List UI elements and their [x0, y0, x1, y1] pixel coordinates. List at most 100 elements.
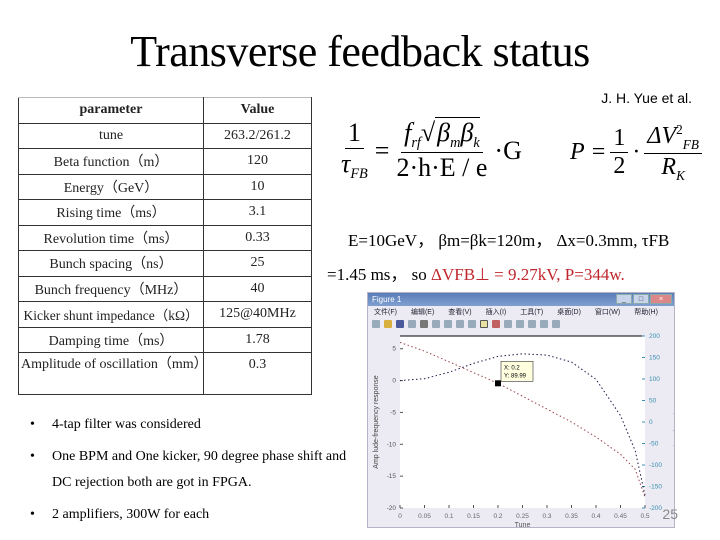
- datatip-marker: [495, 380, 501, 387]
- table-row: Damping time（ms） 1.78: [18, 326, 312, 353]
- x-tick-label: 0.45: [614, 513, 627, 520]
- link-icon[interactable]: [504, 319, 512, 328]
- brush-icon[interactable]: [492, 319, 500, 328]
- y-right-tick-label: 200: [649, 333, 660, 340]
- conditions-prefix: =1.45 ms， so: [327, 265, 432, 284]
- maximize-button[interactable]: □: [633, 294, 649, 304]
- y-left-tick-label: 0: [392, 378, 396, 385]
- dock-icon[interactable]: [552, 319, 560, 328]
- damping-time-formula: 1 τFB = frf√βmβk 2·h·E / e ·G: [338, 117, 522, 183]
- legend-icon[interactable]: [528, 319, 536, 328]
- close-button[interactable]: ×: [650, 294, 672, 304]
- param-name: Revolution time（ms）: [18, 224, 204, 251]
- f-subscript: rf: [411, 135, 421, 152]
- menu-view[interactable]: 查看(V): [448, 307, 471, 317]
- figure-toolbar: [368, 317, 674, 330]
- figure-title: Figure 1: [372, 295, 402, 304]
- datatip-y-label: Y: 89.99: [504, 373, 527, 379]
- parameter-table: parameter Value tune 263.2/261.2 Beta fun…: [18, 97, 312, 395]
- param-name: Damping time（ms）: [18, 326, 204, 353]
- r-symbol: R: [661, 153, 677, 180]
- x-tick-label: 0.2: [493, 513, 502, 520]
- delta-v: ΔV: [647, 123, 677, 149]
- gain-factor: ·G: [494, 135, 522, 165]
- menu-insert[interactable]: 插入(I): [486, 307, 507, 317]
- pan-icon[interactable]: [456, 319, 464, 328]
- save-icon[interactable]: [396, 319, 404, 328]
- zoom-in-icon[interactable]: [432, 319, 440, 328]
- bullet-item: 4-tap filter was considered: [30, 412, 350, 438]
- param-value: 10: [203, 173, 312, 200]
- y-right-tick-label: -200: [649, 505, 662, 512]
- y-left-tick-label: 5: [392, 346, 396, 353]
- menu-help[interactable]: 帮助(H): [634, 307, 658, 317]
- tau-subscript: FB: [350, 166, 368, 183]
- param-value: 25: [203, 250, 312, 277]
- equals-sign: =: [374, 135, 390, 165]
- param-name: Rising time（ms）: [18, 199, 204, 226]
- table-row: Amplitude of oscillation（mm） 0.3: [18, 352, 312, 395]
- menu-window[interactable]: 窗口(W): [595, 307, 620, 317]
- half-fraction: 1 2: [610, 125, 629, 180]
- table-header-row: parameter Value: [18, 97, 312, 124]
- table-row: tune 263.2/261.2: [18, 122, 312, 149]
- half-numerator: 1: [610, 125, 629, 154]
- param-name: Energy（GeV）: [18, 173, 204, 200]
- table-row: Rising time（ms） 3.1: [18, 199, 312, 226]
- zoom-out-icon[interactable]: [444, 319, 452, 328]
- frequency-response-chart: 0 0.05 0.1 0.15 0.2 0.25 0.3 0.35 0.4 0.45 0.550-5…: [373, 333, 674, 528]
- param-value: 263.2/261.2: [203, 122, 312, 149]
- x-tick-label: 0.15: [467, 513, 480, 520]
- power-formula: P = 1 2 · ΔV2FB RK: [570, 122, 702, 184]
- menu-edit[interactable]: 编辑(E): [411, 307, 434, 317]
- voltage-fraction: ΔV2FB RK: [644, 122, 702, 184]
- conditions-line-1: E=10GeV， βm=βk=120m， Δx=0.3mm, τFB: [348, 231, 670, 250]
- menu-tools[interactable]: 工具(T): [520, 307, 543, 317]
- open-file-icon[interactable]: [384, 319, 392, 328]
- y-right-tick-label: -100: [649, 462, 662, 469]
- x-tick-label: 0.5: [640, 513, 649, 520]
- rhs-numerator: frf√βmβk: [401, 117, 483, 154]
- y-left-tick-label: -15: [387, 473, 397, 480]
- param-value: 1.78: [203, 326, 312, 353]
- matlab-figure-window: Figure 1 _ □ × 文件(F) 编辑(E) 查看(V) 插入(I) 工…: [367, 292, 675, 528]
- new-figure-icon[interactable]: [372, 319, 380, 328]
- x-tick-label: 0.05: [418, 513, 431, 520]
- header-parameter: parameter: [18, 97, 204, 124]
- x-axis-label: Tune: [515, 522, 531, 528]
- data-cursor-icon[interactable]: [480, 319, 488, 328]
- menu-desktop[interactable]: 桌面(D): [557, 307, 581, 317]
- hide-tools-icon[interactable]: [540, 319, 548, 328]
- half-denominator: 2: [613, 153, 626, 180]
- rotate-icon[interactable]: [468, 319, 476, 328]
- param-name: Kicker shunt impedance（kΩ）: [18, 301, 204, 328]
- table-row: Kicker shunt impedance（kΩ） 125@40MHz: [18, 301, 312, 328]
- y-right-tick-label: -150: [649, 484, 662, 491]
- minimize-button[interactable]: _: [616, 294, 632, 304]
- figure-title-bar[interactable]: Figure 1 _ □ ×: [368, 293, 674, 306]
- table-row: Bunch spacing（ns） 25: [18, 250, 312, 277]
- x-tick-label: 0.25: [516, 513, 529, 520]
- result-highlight: ΔVFB⊥ = 9.27kV, P=344w.: [431, 265, 625, 284]
- param-value: 3.1: [203, 199, 312, 226]
- datatip-x-label: X: 0.2: [504, 365, 520, 371]
- lhs-fraction: 1 τFB: [338, 118, 371, 183]
- x-tick-label: 0.1: [444, 513, 453, 520]
- y-left-axis-label: Amp lude-frequency response: [373, 375, 380, 468]
- conditions-line-2: =1.45 ms， so ΔVFB⊥ = 9.27kV, P=344w.: [327, 260, 625, 285]
- menu-file[interactable]: 文件(F): [374, 307, 397, 317]
- print-icon[interactable]: [408, 319, 416, 328]
- page-number: 25: [662, 506, 678, 522]
- x-tick-label: 0.35: [565, 513, 578, 520]
- edit-plot-icon[interactable]: [420, 319, 428, 328]
- slide-title: Transverse feedback status: [130, 27, 590, 76]
- param-value: 125@40MHz: [203, 301, 312, 328]
- colorbar-icon[interactable]: [516, 319, 524, 328]
- y-left-tick-label: -10: [387, 441, 397, 448]
- k-subscript: K: [676, 167, 685, 183]
- param-name: Bunch frequency（MHz）: [18, 275, 204, 302]
- x-tick-label: 0.3: [542, 513, 551, 520]
- fb-subscript: FB: [682, 136, 699, 152]
- y-left-tick-label: -20: [387, 505, 397, 512]
- dot-operator: ·: [632, 139, 641, 166]
